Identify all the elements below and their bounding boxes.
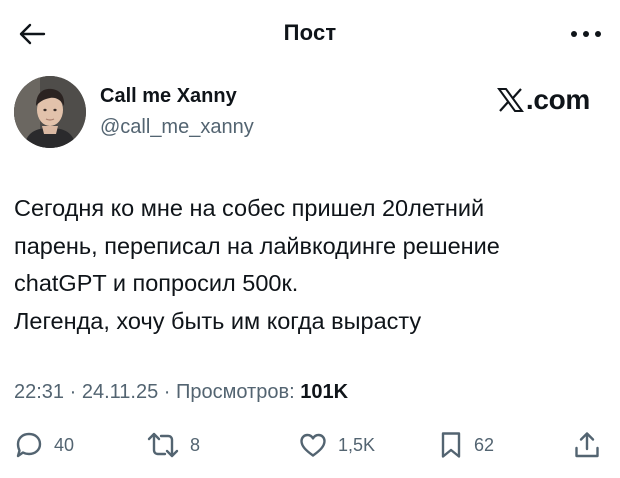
tweet-meta: 22:31 · 24.11.25 · Просмотров: 101K xyxy=(14,381,348,404)
source-logo: .com xyxy=(496,84,590,116)
header: Пост xyxy=(0,0,620,68)
page-title: Пост xyxy=(283,20,337,45)
source-label: .com xyxy=(525,84,590,115)
more-options-button[interactable] xyxy=(566,20,606,48)
heart-icon xyxy=(300,433,326,457)
bookmark-count: 62 xyxy=(474,434,495,455)
action-bar: 40 8 1,5K 62 xyxy=(0,425,620,465)
reply-count: 40 xyxy=(54,434,75,455)
tweet-line: парень, переписал на лайвкодинге решение xyxy=(14,232,500,259)
repost-button[interactable]: 8 xyxy=(146,425,200,465)
author-handle[interactable]: @call_me_xanny xyxy=(100,116,254,139)
reply-button[interactable]: 40 xyxy=(14,425,74,465)
views-count[interactable]: 101K xyxy=(300,381,348,403)
author-display-name[interactable]: Call me Xanny xyxy=(100,85,237,108)
more-horizontal-icon xyxy=(571,31,601,37)
avatar[interactable] xyxy=(14,76,86,148)
x-logo-icon xyxy=(496,88,524,112)
tweet-line: Сегодня ко мне на собес пришел 20летний xyxy=(14,195,485,221)
repost-icon xyxy=(147,432,179,458)
tweet-date[interactable]: 24.11.25 xyxy=(82,381,158,403)
share-icon xyxy=(575,432,599,458)
bookmark-button[interactable]: 62 xyxy=(438,425,494,465)
tweet-time[interactable]: 22:31 xyxy=(14,381,64,403)
tweet-text: Сегодня ко мне на собес пришел 20летний … xyxy=(14,190,610,340)
meta-separator: · xyxy=(64,381,82,403)
views-label: Просмотров: xyxy=(176,381,295,403)
reply-icon xyxy=(16,432,42,458)
share-button[interactable] xyxy=(572,425,602,465)
tweet-line: chatGPT и попросил 500к. xyxy=(14,270,299,296)
tweet-line: Легенда, хочу быть им когда вырасту xyxy=(14,307,422,334)
avatar-photo xyxy=(14,76,86,148)
meta-separator: · xyxy=(158,381,176,403)
bookmark-icon xyxy=(441,432,461,458)
like-count: 1,5K xyxy=(338,434,376,455)
like-button[interactable]: 1,5K xyxy=(298,425,375,465)
repost-count: 8 xyxy=(190,434,201,455)
